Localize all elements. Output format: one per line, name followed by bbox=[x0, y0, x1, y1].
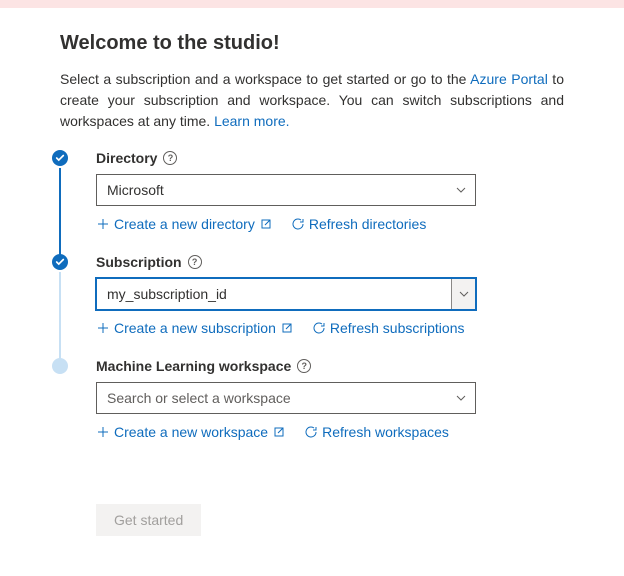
create-directory-text: Create a new directory bbox=[114, 216, 255, 232]
subscription-label: Subscription ? bbox=[96, 254, 564, 270]
refresh-workspaces-text: Refresh workspaces bbox=[322, 424, 449, 440]
directory-input[interactable] bbox=[96, 174, 476, 206]
directory-label-text: Directory bbox=[96, 150, 157, 166]
step-connector bbox=[59, 272, 61, 362]
subscription-label-text: Subscription bbox=[96, 254, 182, 270]
directory-actions: Create a new directory Refresh directori… bbox=[96, 216, 564, 232]
step-connector bbox=[59, 168, 61, 258]
directory-label: Directory ? bbox=[96, 150, 564, 166]
external-link-icon bbox=[272, 425, 286, 439]
directory-select[interactable] bbox=[96, 174, 476, 206]
top-accent-bar bbox=[0, 0, 624, 8]
plus-icon bbox=[96, 321, 110, 335]
create-subscription-text: Create a new subscription bbox=[114, 320, 276, 336]
refresh-directories-link[interactable]: Refresh directories bbox=[291, 216, 427, 232]
help-icon[interactable]: ? bbox=[188, 255, 202, 269]
main-container: Welcome to the studio! Select a subscrip… bbox=[0, 8, 624, 576]
page-title: Welcome to the studio! bbox=[60, 32, 564, 55]
create-subscription-link[interactable]: Create a new subscription bbox=[96, 320, 294, 336]
get-started-button[interactable]: Get started bbox=[96, 504, 201, 536]
plus-icon bbox=[96, 425, 110, 439]
help-icon[interactable]: ? bbox=[163, 151, 177, 165]
refresh-icon bbox=[291, 217, 305, 231]
button-row: Get started bbox=[60, 504, 564, 536]
step-workspace: Machine Learning workspace ? Create a ne… bbox=[60, 358, 564, 464]
step-directory: Directory ? Create a new directory Refre… bbox=[60, 150, 564, 256]
pending-step-icon bbox=[52, 358, 68, 374]
subscription-input[interactable] bbox=[96, 278, 476, 310]
workspace-actions: Create a new workspace Refresh workspace… bbox=[96, 424, 564, 440]
subscription-select[interactable] bbox=[96, 278, 476, 310]
workspace-label-text: Machine Learning workspace bbox=[96, 358, 291, 374]
intro-text: Select a subscription and a workspace to… bbox=[60, 69, 564, 132]
refresh-subscriptions-text: Refresh subscriptions bbox=[330, 320, 465, 336]
refresh-directories-text: Refresh directories bbox=[309, 216, 427, 232]
external-link-icon bbox=[280, 321, 294, 335]
create-workspace-link[interactable]: Create a new workspace bbox=[96, 424, 286, 440]
step-subscription: Subscription ? Create a new subscription… bbox=[60, 254, 564, 360]
workspace-label: Machine Learning workspace ? bbox=[96, 358, 564, 374]
refresh-subscriptions-link[interactable]: Refresh subscriptions bbox=[312, 320, 465, 336]
workspace-input[interactable] bbox=[96, 382, 476, 414]
check-icon bbox=[52, 150, 68, 166]
refresh-icon bbox=[304, 425, 318, 439]
workspace-select[interactable] bbox=[96, 382, 476, 414]
help-icon[interactable]: ? bbox=[297, 359, 311, 373]
create-directory-link[interactable]: Create a new directory bbox=[96, 216, 273, 232]
intro-part1: Select a subscription and a workspace to… bbox=[60, 71, 470, 87]
plus-icon bbox=[96, 217, 110, 231]
learn-more-link[interactable]: Learn more. bbox=[214, 113, 289, 129]
create-workspace-text: Create a new workspace bbox=[114, 424, 268, 440]
steps-list: Directory ? Create a new directory Refre… bbox=[60, 150, 564, 536]
azure-portal-link[interactable]: Azure Portal bbox=[470, 71, 548, 87]
check-icon bbox=[52, 254, 68, 270]
subscription-actions: Create a new subscription Refresh subscr… bbox=[96, 320, 564, 336]
refresh-workspaces-link[interactable]: Refresh workspaces bbox=[304, 424, 449, 440]
external-link-icon bbox=[259, 217, 273, 231]
refresh-icon bbox=[312, 321, 326, 335]
